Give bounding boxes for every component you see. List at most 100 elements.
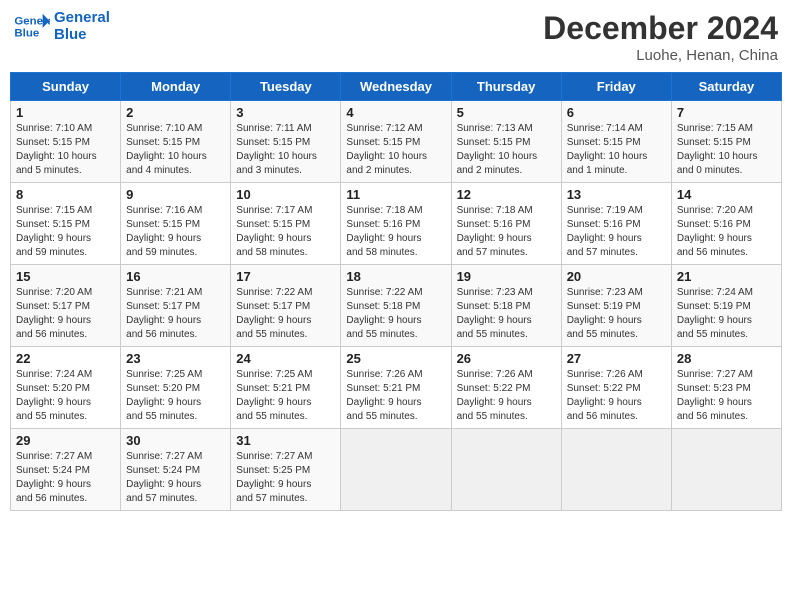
calendar-cell: 14 Sunrise: 7:20 AM Sunset: 5:16 PM Dayli… <box>671 183 781 265</box>
day-info: Sunrise: 7:24 AM Sunset: 5:20 PM Dayligh… <box>16 368 115 424</box>
day-info: Sunrise: 7:18 AM Sunset: 5:16 PM Dayligh… <box>457 204 556 260</box>
day-number: 4 <box>346 105 445 120</box>
calendar-cell: 19 Sunrise: 7:23 AM Sunset: 5:18 PM Dayli… <box>451 265 561 347</box>
day-number: 8 <box>16 187 115 202</box>
day-number: 2 <box>126 105 225 120</box>
day-info: Sunrise: 7:17 AM Sunset: 5:15 PM Dayligh… <box>236 204 335 260</box>
calendar-table: SundayMondayTuesdayWednesdayThursdayFrid… <box>10 72 782 511</box>
weekday-header: Friday <box>561 73 671 101</box>
day-number: 12 <box>457 187 556 202</box>
day-number: 28 <box>677 351 776 366</box>
day-info: Sunrise: 7:25 AM Sunset: 5:20 PM Dayligh… <box>126 368 225 424</box>
day-number: 25 <box>346 351 445 366</box>
day-info: Sunrise: 7:19 AM Sunset: 5:16 PM Dayligh… <box>567 204 666 260</box>
day-number: 31 <box>236 433 335 448</box>
page-header: General Blue General Blue December 2024 … <box>10 10 782 64</box>
calendar-cell: 3 Sunrise: 7:11 AM Sunset: 5:15 PM Daylig… <box>231 101 341 183</box>
day-number: 13 <box>567 187 666 202</box>
day-info: Sunrise: 7:27 AM Sunset: 5:24 PM Dayligh… <box>16 450 115 506</box>
day-number: 23 <box>126 351 225 366</box>
day-number: 7 <box>677 105 776 120</box>
day-number: 27 <box>567 351 666 366</box>
day-info: Sunrise: 7:26 AM Sunset: 5:22 PM Dayligh… <box>567 368 666 424</box>
calendar-cell <box>671 429 781 511</box>
day-info: Sunrise: 7:10 AM Sunset: 5:15 PM Dayligh… <box>16 122 115 178</box>
day-info: Sunrise: 7:26 AM Sunset: 5:21 PM Dayligh… <box>346 368 445 424</box>
weekday-header: Wednesday <box>341 73 451 101</box>
day-number: 5 <box>457 105 556 120</box>
day-info: Sunrise: 7:15 AM Sunset: 5:15 PM Dayligh… <box>677 122 776 178</box>
calendar-cell: 30 Sunrise: 7:27 AM Sunset: 5:24 PM Dayli… <box>121 429 231 511</box>
calendar-cell: 10 Sunrise: 7:17 AM Sunset: 5:15 PM Dayli… <box>231 183 341 265</box>
weekday-header: Thursday <box>451 73 561 101</box>
calendar-cell: 31Sunrise: 7:27 AM Sunset: 5:25 PM Dayli… <box>231 429 341 511</box>
day-number: 21 <box>677 269 776 284</box>
day-number: 14 <box>677 187 776 202</box>
day-info: Sunrise: 7:16 AM Sunset: 5:15 PM Dayligh… <box>126 204 225 260</box>
calendar-cell: 27 Sunrise: 7:26 AM Sunset: 5:22 PM Dayli… <box>561 347 671 429</box>
calendar-cell: 23 Sunrise: 7:25 AM Sunset: 5:20 PM Dayli… <box>121 347 231 429</box>
calendar-cell: 24 Sunrise: 7:25 AM Sunset: 5:21 PM Dayli… <box>231 347 341 429</box>
day-info: Sunrise: 7:24 AM Sunset: 5:19 PM Dayligh… <box>677 286 776 342</box>
day-info: Sunrise: 7:20 AM Sunset: 5:17 PM Dayligh… <box>16 286 115 342</box>
day-info: Sunrise: 7:27 AM Sunset: 5:24 PM Dayligh… <box>126 450 225 506</box>
logo-icon: General Blue <box>14 12 50 42</box>
day-info: Sunrise: 7:10 AM Sunset: 5:15 PM Dayligh… <box>126 122 225 178</box>
day-number: 9 <box>126 187 225 202</box>
day-info: Sunrise: 7:22 AM Sunset: 5:18 PM Dayligh… <box>346 286 445 342</box>
calendar-cell: 20 Sunrise: 7:23 AM Sunset: 5:19 PM Dayli… <box>561 265 671 347</box>
calendar-cell: 29 Sunrise: 7:27 AM Sunset: 5:24 PM Dayli… <box>11 429 121 511</box>
calendar-cell <box>341 429 451 511</box>
calendar-cell <box>561 429 671 511</box>
calendar-cell: 16 Sunrise: 7:21 AM Sunset: 5:17 PM Dayli… <box>121 265 231 347</box>
calendar-cell: 22 Sunrise: 7:24 AM Sunset: 5:20 PM Dayli… <box>11 347 121 429</box>
day-info: Sunrise: 7:11 AM Sunset: 5:15 PM Dayligh… <box>236 122 335 178</box>
day-number: 11 <box>346 187 445 202</box>
day-info: Sunrise: 7:14 AM Sunset: 5:15 PM Dayligh… <box>567 122 666 178</box>
weekday-header: Saturday <box>671 73 781 101</box>
day-number: 29 <box>16 433 115 448</box>
day-number: 20 <box>567 269 666 284</box>
day-info: Sunrise: 7:20 AM Sunset: 5:16 PM Dayligh… <box>677 204 776 260</box>
day-info: Sunrise: 7:23 AM Sunset: 5:18 PM Dayligh… <box>457 286 556 342</box>
day-number: 26 <box>457 351 556 366</box>
calendar-cell: 28 Sunrise: 7:27 AM Sunset: 5:23 PM Dayli… <box>671 347 781 429</box>
day-number: 15 <box>16 269 115 284</box>
calendar-cell: 18 Sunrise: 7:22 AM Sunset: 5:18 PM Dayli… <box>341 265 451 347</box>
day-number: 19 <box>457 269 556 284</box>
day-number: 22 <box>16 351 115 366</box>
day-info: Sunrise: 7:25 AM Sunset: 5:21 PM Dayligh… <box>236 368 335 424</box>
day-number: 16 <box>126 269 225 284</box>
day-number: 6 <box>567 105 666 120</box>
weekday-header: Tuesday <box>231 73 341 101</box>
svg-text:Blue: Blue <box>14 27 39 39</box>
calendar-cell <box>451 429 561 511</box>
calendar-cell: 25 Sunrise: 7:26 AM Sunset: 5:21 PM Dayli… <box>341 347 451 429</box>
day-info: Sunrise: 7:18 AM Sunset: 5:16 PM Dayligh… <box>346 204 445 260</box>
calendar-title: December 2024 <box>543 10 778 47</box>
day-info: Sunrise: 7:12 AM Sunset: 5:15 PM Dayligh… <box>346 122 445 178</box>
calendar-cell: 6 Sunrise: 7:14 AM Sunset: 5:15 PM Daylig… <box>561 101 671 183</box>
calendar-cell: 9 Sunrise: 7:16 AM Sunset: 5:15 PM Daylig… <box>121 183 231 265</box>
weekday-header: Sunday <box>11 73 121 101</box>
day-info: Sunrise: 7:15 AM Sunset: 5:15 PM Dayligh… <box>16 204 115 260</box>
calendar-cell: 2 Sunrise: 7:10 AM Sunset: 5:15 PM Daylig… <box>121 101 231 183</box>
day-number: 24 <box>236 351 335 366</box>
calendar-subtitle: Luohe, Henan, China <box>543 47 778 64</box>
day-info: Sunrise: 7:23 AM Sunset: 5:19 PM Dayligh… <box>567 286 666 342</box>
calendar-cell: 11 Sunrise: 7:18 AM Sunset: 5:16 PM Dayli… <box>341 183 451 265</box>
day-number: 10 <box>236 187 335 202</box>
day-number: 3 <box>236 105 335 120</box>
calendar-cell: 8 Sunrise: 7:15 AM Sunset: 5:15 PM Daylig… <box>11 183 121 265</box>
day-info: Sunrise: 7:27 AM Sunset: 5:23 PM Dayligh… <box>677 368 776 424</box>
day-info: Sunrise: 7:22 AM Sunset: 5:17 PM Dayligh… <box>236 286 335 342</box>
day-info: Sunrise: 7:26 AM Sunset: 5:22 PM Dayligh… <box>457 368 556 424</box>
day-number: 17 <box>236 269 335 284</box>
logo: General Blue General Blue <box>14 10 110 43</box>
logo-text2: Blue <box>54 27 110 44</box>
calendar-cell: 26 Sunrise: 7:26 AM Sunset: 5:22 PM Dayli… <box>451 347 561 429</box>
calendar-cell: 1Sunrise: 7:10 AM Sunset: 5:15 PM Daylig… <box>11 101 121 183</box>
day-info: Sunrise: 7:21 AM Sunset: 5:17 PM Dayligh… <box>126 286 225 342</box>
day-number: 30 <box>126 433 225 448</box>
day-number: 18 <box>346 269 445 284</box>
